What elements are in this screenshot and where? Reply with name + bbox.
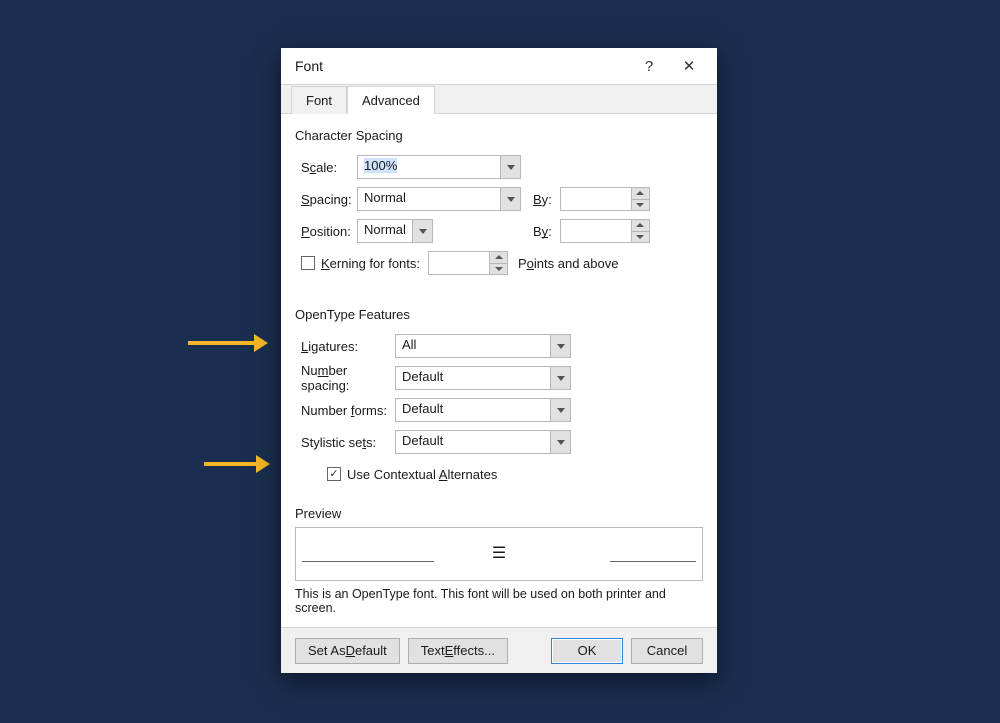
position-by-value <box>561 220 631 242</box>
contextual-alternates-checkbox[interactable] <box>327 467 341 481</box>
group-opentype-title: OpenType Features <box>295 307 703 322</box>
stylistic-sets-label: Stylistic sets: <box>301 435 395 450</box>
spacing-by-value <box>561 188 631 210</box>
number-forms-combo[interactable]: Default <box>395 398 571 422</box>
set-as-default-button[interactable]: Set As Default <box>295 638 400 664</box>
position-by-input[interactable] <box>560 219 650 243</box>
spacing-value: Normal <box>358 188 500 210</box>
position-combo[interactable]: Normal <box>357 219 433 243</box>
titlebar: Font ? ✕ <box>281 48 717 84</box>
number-spacing-label: Number spacing: <box>301 363 395 393</box>
ligatures-value: All <box>396 335 550 357</box>
kerning-suffix: Points and above <box>518 256 618 271</box>
group-preview-title: Preview <box>295 506 703 521</box>
font-dialog: Font ? ✕ Font Advanced Character Spacing… <box>281 48 717 673</box>
help-icon[interactable]: ? <box>629 58 669 75</box>
number-forms-label: Number forms: <box>301 403 395 418</box>
chevron-down-icon[interactable] <box>550 367 570 389</box>
spinner-icon[interactable] <box>631 220 649 242</box>
dialog-body: Character Spacing Scale: 100% Spacing: N… <box>281 114 717 627</box>
chevron-down-icon[interactable] <box>412 220 432 242</box>
number-spacing-combo[interactable]: Default <box>395 366 571 390</box>
scale-label: Scale: <box>301 160 357 175</box>
chevron-down-icon[interactable] <box>550 431 570 453</box>
kerning-input[interactable] <box>428 251 508 275</box>
spacing-combo[interactable]: Normal <box>357 187 521 211</box>
number-forms-value: Default <box>396 399 550 421</box>
stylistic-sets-value: Default <box>396 431 550 453</box>
tab-font[interactable]: Font <box>291 86 347 114</box>
contextual-alternates-label: Use Contextual Alternates <box>347 467 497 482</box>
kerning-checkbox[interactable] <box>301 256 315 270</box>
position-label: Position: <box>301 224 357 239</box>
ok-button[interactable]: OK <box>551 638 623 664</box>
footer: Set As Default Text Effects... OK Cancel <box>281 627 717 673</box>
scale-combo[interactable]: 100% <box>357 155 521 179</box>
kerning-label: Kerning for fonts: <box>321 256 420 271</box>
stylistic-sets-combo[interactable]: Default <box>395 430 571 454</box>
position-by-label: By: <box>533 224 552 239</box>
group-opentype: Ligatures: All Number spacing: Default N… <box>295 328 703 500</box>
annotation-arrow-2 <box>204 455 270 473</box>
spacing-label: Spacing: <box>301 192 357 207</box>
dialog-title: Font <box>295 58 629 74</box>
chevron-down-icon[interactable] <box>500 188 520 210</box>
close-icon[interactable]: ✕ <box>669 57 709 75</box>
annotation-arrow-1 <box>188 334 268 352</box>
spacing-by-label: By: <box>533 192 552 207</box>
tab-row: Font Advanced <box>281 84 717 114</box>
chevron-down-icon[interactable] <box>550 335 570 357</box>
text-effects-button[interactable]: Text Effects... <box>408 638 508 664</box>
number-spacing-value: Default <box>396 367 550 389</box>
group-character-spacing-title: Character Spacing <box>295 128 703 143</box>
chevron-down-icon[interactable] <box>550 399 570 421</box>
spinner-icon[interactable] <box>631 188 649 210</box>
preview-line-right <box>610 561 696 562</box>
tab-advanced[interactable]: Advanced <box>347 86 435 114</box>
preview-box: ☰ <box>295 527 703 581</box>
cancel-button[interactable]: Cancel <box>631 638 703 664</box>
position-value: Normal <box>358 220 412 242</box>
chevron-down-icon[interactable] <box>500 156 520 178</box>
scale-value: 100% <box>364 158 397 173</box>
preview-line-left <box>302 561 434 562</box>
preview-glyph: ☰ <box>492 546 506 562</box>
spinner-icon[interactable] <box>489 252 507 274</box>
ligatures-combo[interactable]: All <box>395 334 571 358</box>
preview-note: This is an OpenType font. This font will… <box>295 587 703 615</box>
kerning-value <box>429 252 489 274</box>
spacing-by-input[interactable] <box>560 187 650 211</box>
group-character-spacing: Scale: 100% Spacing: Normal By: <box>295 149 703 289</box>
ligatures-label: Ligatures: <box>301 339 395 354</box>
